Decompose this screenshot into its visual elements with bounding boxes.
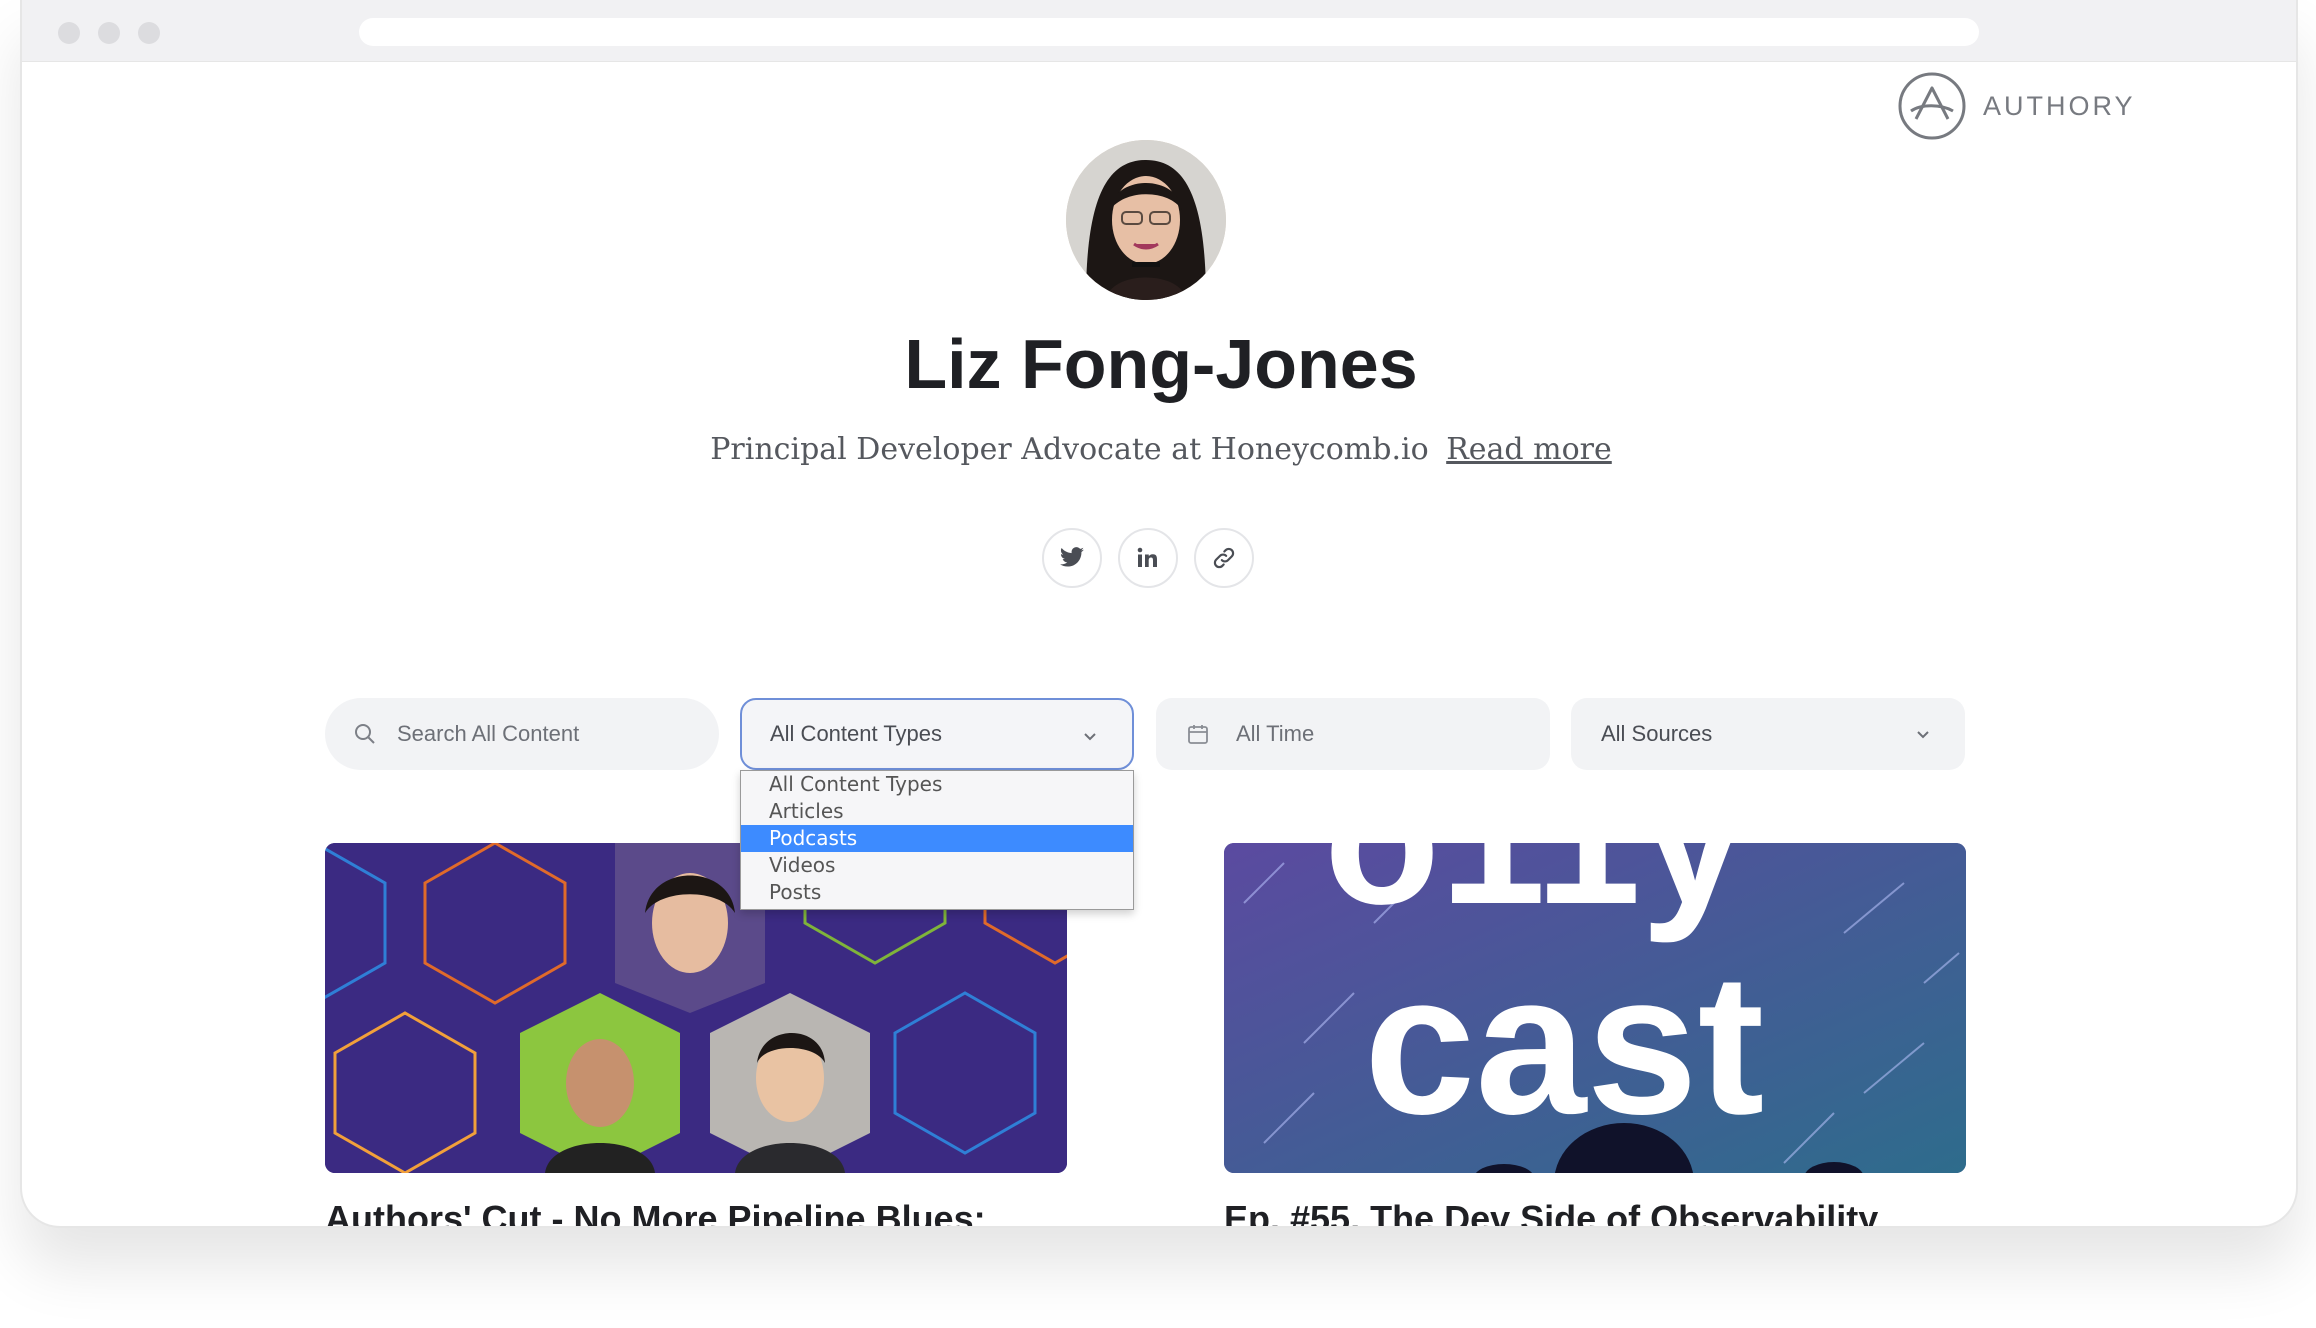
linkedin-button[interactable] [1118,528,1178,588]
cover-word-bottom: cast [1364,933,1764,1156]
address-bar[interactable] [359,18,1979,46]
time-range-select[interactable]: All Time [1156,698,1550,770]
option-posts[interactable]: Posts [741,879,1133,906]
window-maximize-dot[interactable] [138,22,160,44]
content-type-value: All Content Types [770,721,943,746]
authory-logo-icon [1898,72,1966,140]
profile-avatar [1066,140,1226,300]
social-links [1042,528,1254,588]
search-icon [355,724,375,744]
card-title[interactable]: Ep. #55, The Dev Side of Observability [1224,1196,1984,1226]
content-type-select[interactable]: All Content Types [740,698,1134,770]
search-placeholder: Search All Content [397,721,580,746]
card-title[interactable]: Authors' Cut - No More Pipeline Blues: [325,1196,1085,1226]
podcast-cover-image: o11y cast [1224,843,1966,1173]
read-more-link[interactable]: Read more [1446,432,1612,467]
avatar-portrait [1066,140,1226,300]
content-card-image[interactable]: o11y cast [1224,843,1966,1173]
window-close-dot[interactable] [58,22,80,44]
cover-word-top: o11y [1324,843,1747,944]
chevron-down-icon [1917,731,1929,739]
website-link-button[interactable] [1194,528,1254,588]
chevron-down-icon [1084,733,1096,741]
browser-toolbar [22,0,2296,62]
twitter-button[interactable] [1042,528,1102,588]
authory-brand-name: AUTHORY [1983,90,2136,121]
content-type-dropdown-list: All Content Types Articles Podcasts Vide… [740,770,1134,910]
profile-name: Liz Fong-Jones [904,325,1418,403]
sources-select[interactable]: All Sources [1571,698,1965,770]
twitter-icon [1060,547,1084,567]
option-articles[interactable]: Articles [741,798,1133,825]
link-icon [1213,547,1235,569]
linkedin-icon [1137,547,1157,567]
time-range-value: All Time [1236,721,1315,746]
authory-brand[interactable]: AUTHORY [1897,70,2136,142]
calendar-icon [1188,725,1208,744]
profile-bio-line: Principal Developer Advocate at Honeycom… [22,432,2296,467]
browser-window: AUTHORY Liz Fong-Jones Principal Develop… [20,0,2298,1228]
sources-value: All Sources [1601,721,1713,746]
option-podcasts[interactable]: Podcasts [741,825,1133,852]
option-videos[interactable]: Videos [741,852,1133,879]
option-all-content-types[interactable]: All Content Types [741,771,1133,798]
search-input[interactable]: Search All Content [325,698,719,770]
window-minimize-dot[interactable] [98,22,120,44]
profile-bio: Principal Developer Advocate at Honeycom… [710,432,1429,467]
